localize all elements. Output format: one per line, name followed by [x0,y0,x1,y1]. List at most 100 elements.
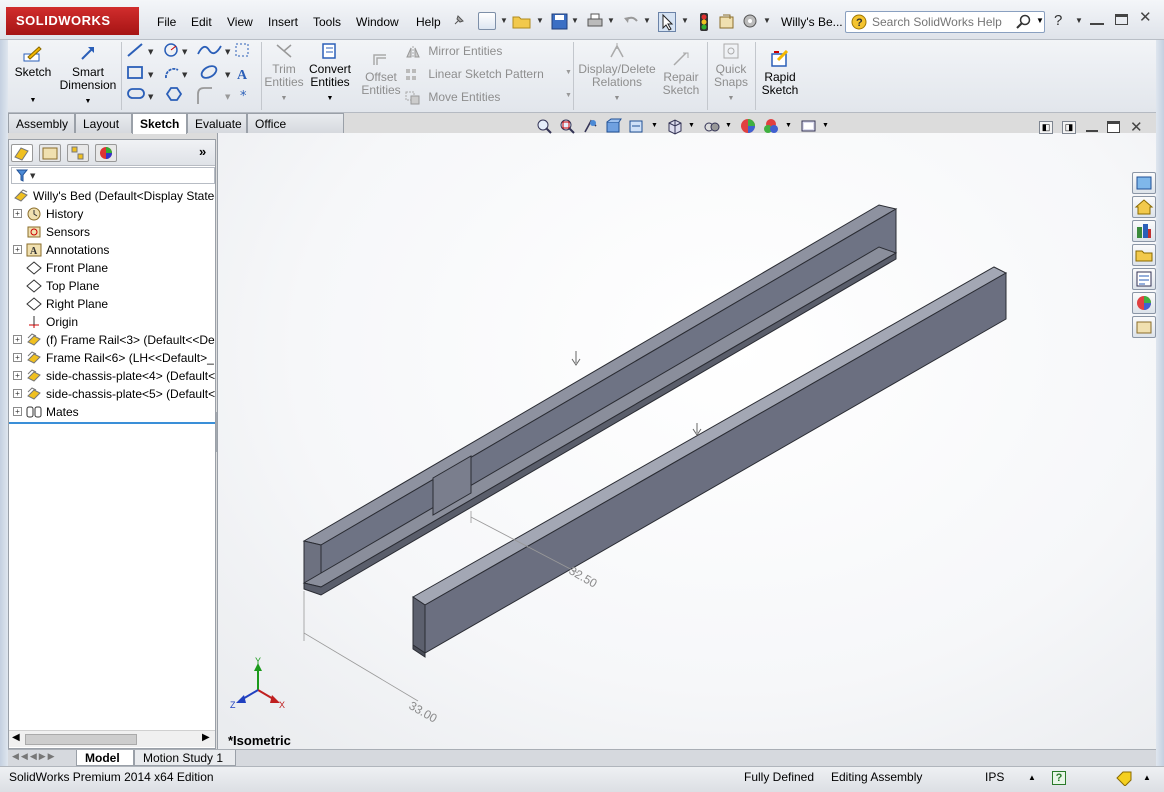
linear-sketch-pattern-button[interactable]: Linear Sketch Pattern [405,67,544,82]
chevron-down-icon[interactable]: ▼ [536,16,544,25]
menu-view[interactable]: View [227,15,253,29]
model-view[interactable]: 33.00 32.50 Y X Z [218,133,1157,749]
solidworks-resources-icon[interactable] [1132,172,1156,194]
print-icon[interactable] [586,13,604,29]
view-palette-icon[interactable] [1132,268,1156,290]
viewport-minimize-icon[interactable] [1086,130,1098,132]
help-icon[interactable]: ? [1054,12,1062,29]
tree-item[interactable]: Right Plane [13,296,215,314]
save-icon[interactable] [551,13,568,30]
chevron-down-icon[interactable]: ▼ [565,92,572,99]
file-properties-icon[interactable] [718,13,736,30]
tab-assembly[interactable]: Assembly [8,113,75,133]
options-gear-icon[interactable] [741,13,759,30]
display-manager-tab-icon[interactable] [95,144,117,162]
units-text[interactable]: IPS [985,770,1004,784]
scroll-left-icon[interactable]: ◀ [12,732,20,743]
file-explorer-icon[interactable] [1132,244,1156,266]
tab-motion-study-1[interactable]: Motion Study 1 [134,750,236,766]
tree-item[interactable]: + side-chassis-plate<4> (Default< [13,368,215,386]
menu-tools[interactable]: Tools [313,15,341,29]
tree-item[interactable]: Top Plane [13,278,215,296]
select-arrow-icon[interactable] [658,12,676,32]
display-delete-relations-button[interactable]: Display/Delete Relations ▼ [578,42,656,105]
appearance-sphere-icon[interactable] [740,118,757,135]
dynamic-annotation-icon[interactable] [628,118,645,135]
undo-icon[interactable] [622,13,640,29]
custom-properties-icon[interactable] [1132,316,1156,338]
maximize-icon[interactable] [1115,14,1128,25]
tab-scroll-arrows-icon[interactable]: ◀◀◀▶▶ [12,751,57,762]
mirror-entities-button[interactable]: Mirror Entities [405,44,502,59]
help-search-input[interactable] [872,15,1020,29]
expand-plus-icon[interactable]: + [13,245,22,255]
tile-right-icon[interactable]: ◨ [1062,121,1076,134]
move-entities-button[interactable]: Move Entities [405,90,500,105]
previous-view-icon[interactable] [582,118,599,135]
chevron-up-icon[interactable]: ▲ [1143,773,1151,782]
menu-edit[interactable]: Edit [191,15,212,29]
display-style-icon[interactable] [703,118,720,135]
sketch-button[interactable]: Sketch ▼ [12,45,54,107]
chevron-down-icon[interactable]: ▼ [822,122,829,129]
rebuild-tag-icon[interactable] [1115,770,1133,787]
scroll-right-icon[interactable]: ▶ [202,732,210,743]
chevron-down-icon[interactable]: ▼ [763,16,771,25]
chevron-down-icon[interactable]: ▼ [1036,16,1044,25]
chevron-down-icon[interactable]: ▼ [500,16,508,25]
viewport-restore-icon[interactable] [1107,121,1120,133]
tree-item[interactable]: Origin [13,314,215,332]
chevron-down-icon[interactable]: ▼ [785,122,792,129]
chevron-down-icon[interactable]: ▼ [688,122,695,129]
search-icon[interactable] [1016,14,1032,30]
tree-item[interactable]: Sensors [13,224,215,242]
expand-plus-icon[interactable]: + [13,209,22,219]
offset-entities-button[interactable]: Offset Entities [360,50,402,97]
repair-sketch-button[interactable]: Repair Sketch [660,50,702,97]
zoom-to-fit-icon[interactable] [536,118,553,135]
tree-item[interactable]: + Frame Rail<6> (LH<<Default>_ [13,350,215,368]
home-icon[interactable] [1132,196,1156,218]
chevron-down-icon[interactable]: ▼ [578,92,656,105]
design-library-icon[interactable] [1132,220,1156,242]
chevron-down-icon[interactable]: ▼ [12,94,54,107]
trim-entities-button[interactable]: Trim Entities ▼ [263,42,305,105]
tree-item[interactable]: + A Annotations [13,242,215,260]
horizontal-scrollbar[interactable]: ◀ ▶ [9,730,215,747]
property-manager-tab-icon[interactable] [39,144,61,162]
units-up-icon[interactable]: ▲ [1028,773,1036,782]
tree-item[interactable]: + Mates [13,404,215,422]
smart-dimension-button[interactable]: Smart Dimension ▼ [58,45,118,108]
zoom-to-area-icon[interactable] [559,118,576,135]
expand-plus-icon[interactable]: + [13,335,22,345]
help-status-icon[interactable]: ? [1052,771,1066,785]
expand-plus-icon[interactable]: + [13,389,22,399]
scroll-thumb[interactable] [25,734,137,745]
view-settings-icon[interactable] [800,118,817,135]
tab-sketch[interactable]: Sketch [132,113,187,134]
expand-panel-icon[interactable]: » [199,144,206,159]
chevron-down-icon[interactable]: ▼ [263,92,305,105]
expand-plus-icon[interactable]: + [13,353,22,363]
scene-icon[interactable] [763,118,780,135]
tab-model[interactable]: Model [76,750,134,766]
tile-left-icon[interactable]: ◧ [1039,121,1053,134]
menu-file[interactable]: File [157,15,176,29]
tab-evaluate[interactable]: Evaluate [187,113,247,133]
tree-item[interactable]: + side-chassis-plate<5> (Default< [13,386,215,404]
configuration-manager-tab-icon[interactable] [67,144,89,162]
chevron-down-icon[interactable]: ▼ [58,95,118,108]
expand-plus-icon[interactable]: + [13,371,22,381]
graphics-area[interactable]: 33.00 32.50 Y X Z [217,133,1156,749]
menu-insert[interactable]: Insert [268,15,298,29]
chevron-down-icon[interactable]: ▼ [607,16,615,25]
chevron-down-icon[interactable]: ▼ [725,122,732,129]
dimension-33-label[interactable]: 33.00 [407,698,440,725]
chevron-down-icon[interactable]: ▼ [651,122,658,129]
chevron-down-icon[interactable]: ▼ [1075,16,1083,25]
filter-funnel-icon[interactable]: ▼ [15,169,38,182]
new-document-icon[interactable] [478,12,496,30]
viewport-close-icon[interactable]: ✕ [1130,118,1143,136]
feature-tree-tab-icon[interactable] [11,144,33,162]
dimension-32-label[interactable]: 32.50 [567,563,600,590]
